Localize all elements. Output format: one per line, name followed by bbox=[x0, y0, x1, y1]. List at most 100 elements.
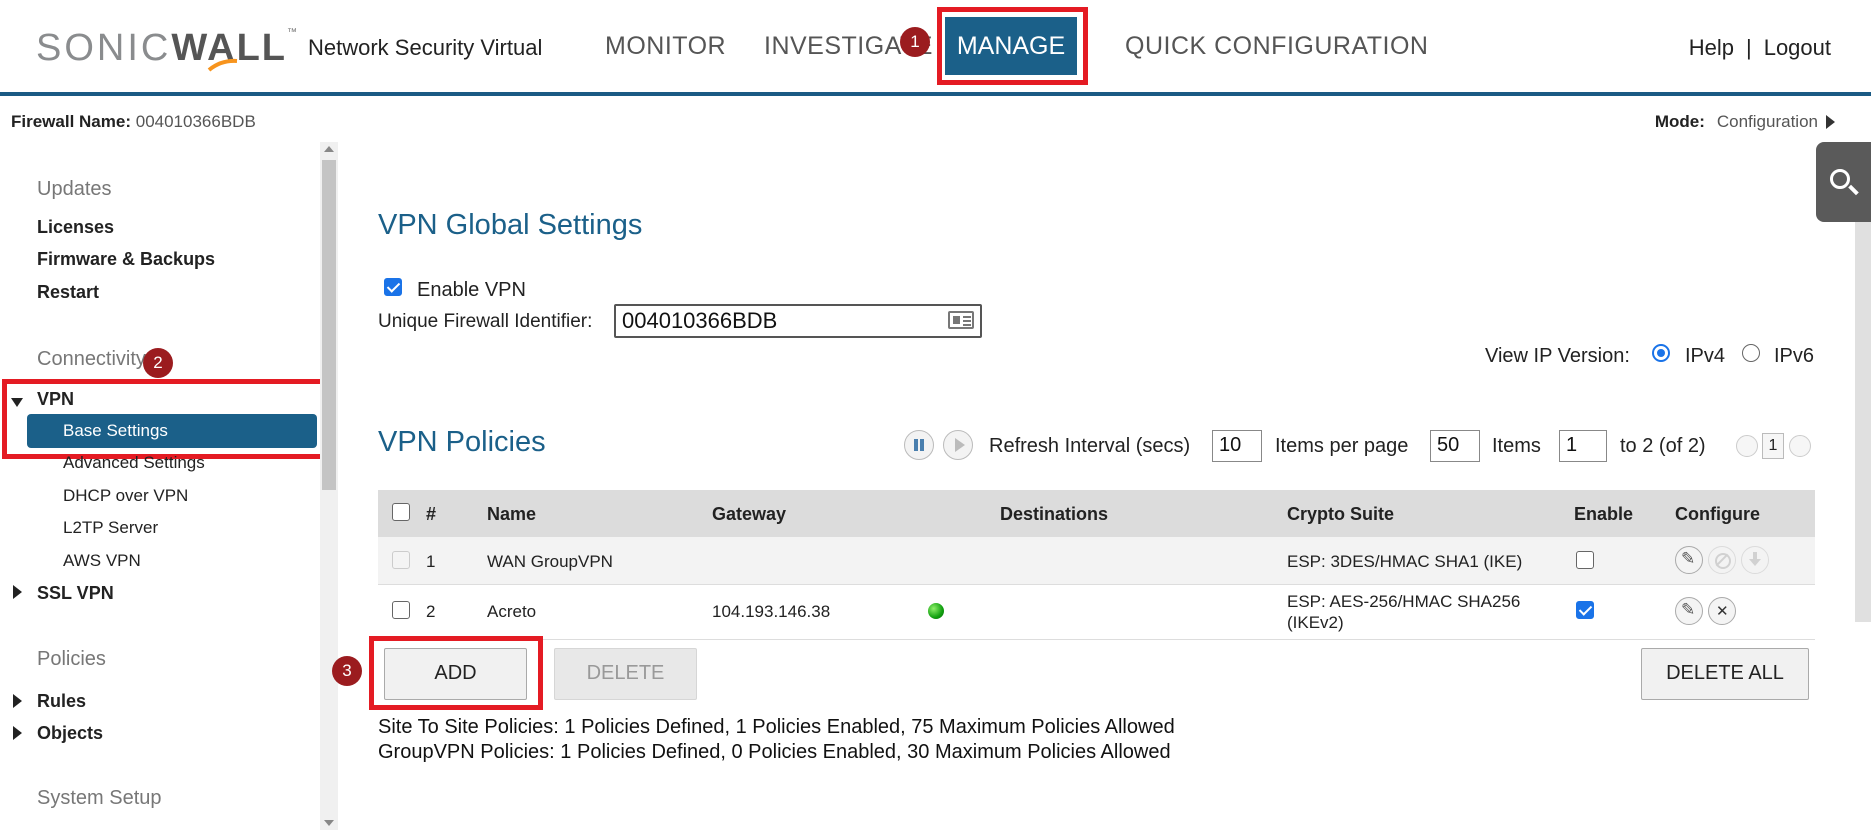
page-prev-icon[interactable] bbox=[1736, 435, 1758, 457]
scroll-down-icon[interactable] bbox=[324, 820, 334, 826]
sidebar-item-rules[interactable]: Rules bbox=[37, 691, 86, 712]
col-enable[interactable]: Enable bbox=[1574, 504, 1633, 525]
sidebar-item-licenses[interactable]: Licenses bbox=[37, 217, 114, 238]
items-per-page-input[interactable]: 50 bbox=[1430, 430, 1480, 462]
policies-table-header: # Name Gateway Destinations Crypto Suite… bbox=[378, 490, 1815, 537]
ipv4-label: IPv4 bbox=[1685, 345, 1726, 367]
add-highlight-box bbox=[369, 636, 543, 710]
row-select-checkbox bbox=[392, 551, 410, 569]
delete-all-button[interactable]: DELETE ALL bbox=[1641, 648, 1809, 700]
link-separator: | bbox=[1745, 35, 1752, 60]
row-enable-checkbox[interactable] bbox=[1576, 601, 1594, 619]
step-badge-3: 3 bbox=[332, 656, 362, 686]
top-header: SONICWALL™ Network Security Virtual MONI… bbox=[0, 0, 1871, 96]
row-select-checkbox[interactable] bbox=[392, 601, 410, 619]
sidebar-group-policies: Policies bbox=[37, 648, 106, 670]
edit-icon[interactable] bbox=[1675, 546, 1703, 574]
disabled-delete-icon bbox=[1708, 546, 1736, 574]
pause-refresh-icon[interactable] bbox=[904, 430, 934, 460]
unique-firewall-id-input[interactable]: 004010366BDB bbox=[614, 304, 982, 338]
refresh-interval-label: Refresh Interval (secs) bbox=[989, 435, 1191, 457]
step-badge-2: 2 bbox=[143, 348, 173, 378]
row-number: 1 bbox=[426, 552, 436, 571]
mode-selector[interactable]: Mode: Configuration bbox=[1655, 112, 1835, 132]
items-range-text: to 2 (of 2) bbox=[1620, 435, 1706, 457]
nav-manage[interactable]: MANAGE bbox=[945, 17, 1077, 75]
row-gateway: 104.193.146.38 bbox=[712, 602, 831, 621]
col-gateway[interactable]: Gateway bbox=[712, 504, 786, 525]
sidebar-item-advanced-settings[interactable]: Advanced Settings bbox=[63, 453, 205, 473]
items-label: Items bbox=[1492, 435, 1541, 457]
table-row[interactable]: 1 WAN GroupVPN ESP: 3DES/HMAC SHA1 (IKE) bbox=[378, 537, 1815, 585]
edit-icon[interactable] bbox=[1675, 597, 1703, 625]
row-crypto-suite: ESP: AES-256/HMAC SHA256 bbox=[1287, 592, 1521, 611]
objects-caret-icon[interactable] bbox=[13, 726, 22, 740]
nav-quick-configuration[interactable]: QUICK CONFIGURATION bbox=[1125, 32, 1428, 61]
sidebar-item-ssl-vpn[interactable]: SSL VPN bbox=[37, 583, 114, 604]
sidebar-item-aws-vpn[interactable]: AWS VPN bbox=[63, 551, 141, 571]
sidebar-group-connectivity: Connectivity bbox=[37, 348, 146, 370]
delete-button[interactable]: DELETE bbox=[554, 648, 697, 700]
sidebar-group-system-setup: System Setup bbox=[37, 787, 162, 809]
firewall-name: Firewall Name: 004010366BDB bbox=[11, 112, 256, 131]
info-bar: Firewall Name: 004010366BDB Mode: Configu… bbox=[0, 100, 1871, 142]
sidebar: Updates Licenses Firmware & Backups Rest… bbox=[0, 142, 328, 830]
row-name: Acreto bbox=[487, 602, 537, 621]
sidebar-group-updates: Updates bbox=[37, 178, 112, 200]
ipv4-radio[interactable] bbox=[1652, 344, 1670, 362]
site-to-site-summary: Site To Site Policies: 1 Policies Define… bbox=[378, 716, 1175, 738]
table-row[interactable]: 2 Acreto 104.193.146.38 ESP: AES-256/HMA… bbox=[378, 585, 1815, 640]
play-refresh-icon[interactable] bbox=[943, 430, 973, 460]
enable-vpn-checkbox[interactable] bbox=[384, 278, 402, 296]
col-configure: Configure bbox=[1675, 504, 1760, 524]
groupvpn-summary: GroupVPN Policies: 1 Policies Defined, 0… bbox=[378, 741, 1171, 763]
delete-x-icon[interactable] bbox=[1708, 597, 1736, 625]
top-links: Help | Logout bbox=[1689, 35, 1831, 61]
row-crypto-suite: ESP: 3DES/HMAC SHA1 (IKE) bbox=[1287, 552, 1523, 571]
product-name: Network Security Virtual bbox=[308, 35, 543, 60]
search-tab[interactable] bbox=[1816, 142, 1871, 222]
sidebar-item-firmware[interactable]: Firmware & Backups bbox=[37, 249, 215, 270]
items-start-input[interactable]: 1 bbox=[1559, 430, 1607, 462]
download-icon bbox=[1741, 546, 1769, 574]
sidebar-item-dhcp-over-vpn[interactable]: DHCP over VPN bbox=[63, 486, 188, 506]
row-enable-checkbox[interactable] bbox=[1576, 551, 1594, 569]
vpn-policies-title: VPN Policies bbox=[378, 426, 546, 458]
col-crypto-suite[interactable]: Crypto Suite bbox=[1287, 504, 1394, 525]
sidebar-item-l2tp-server[interactable]: L2TP Server bbox=[63, 518, 158, 538]
select-all-checkbox[interactable] bbox=[392, 503, 410, 521]
sidebar-scrollbar[interactable] bbox=[320, 142, 338, 830]
mode-arrow-icon bbox=[1826, 115, 1835, 129]
ssl-vpn-caret-icon[interactable] bbox=[13, 585, 22, 599]
scroll-up-icon[interactable] bbox=[324, 146, 334, 152]
col-destinations[interactable]: Destinations bbox=[1000, 504, 1108, 525]
status-green-dot-icon bbox=[928, 603, 944, 619]
logo-swoosh-icon bbox=[207, 58, 238, 72]
sonicwall-logo: SONICWALL™ bbox=[36, 27, 297, 69]
help-link[interactable]: Help bbox=[1689, 35, 1734, 60]
sidebar-scroll-thumb[interactable] bbox=[322, 160, 336, 490]
search-icon bbox=[1830, 169, 1850, 189]
sidebar-item-objects[interactable]: Objects bbox=[37, 723, 103, 744]
col-number[interactable]: # bbox=[426, 504, 436, 525]
main-scrollbar[interactable] bbox=[1855, 222, 1871, 622]
refresh-interval-input[interactable]: 10 bbox=[1212, 430, 1262, 462]
view-ip-version-label: View IP Version: bbox=[1485, 345, 1630, 367]
step-badge-1: 1 bbox=[900, 27, 930, 57]
ipv6-radio[interactable] bbox=[1742, 344, 1760, 362]
items-per-page-label: Items per page bbox=[1275, 435, 1409, 457]
id-card-icon[interactable] bbox=[948, 311, 974, 329]
rules-caret-icon[interactable] bbox=[13, 694, 22, 708]
page-number[interactable]: 1 bbox=[1762, 433, 1784, 459]
vpn-highlight-box bbox=[2, 379, 328, 459]
sidebar-item-restart[interactable]: Restart bbox=[37, 282, 99, 303]
nav-monitor[interactable]: MONITOR bbox=[605, 32, 726, 61]
row-crypto-suite-line2: (IKEv2) bbox=[1287, 613, 1344, 632]
unique-firewall-id-label: Unique Firewall Identifier: bbox=[378, 311, 593, 332]
enable-vpn-label: Enable VPN bbox=[417, 279, 526, 301]
col-name[interactable]: Name bbox=[487, 504, 536, 525]
logout-link[interactable]: Logout bbox=[1764, 35, 1831, 60]
vpn-global-settings-title: VPN Global Settings bbox=[378, 209, 643, 241]
page-next-icon[interactable] bbox=[1789, 435, 1811, 457]
ipv6-label: IPv6 bbox=[1774, 345, 1815, 367]
